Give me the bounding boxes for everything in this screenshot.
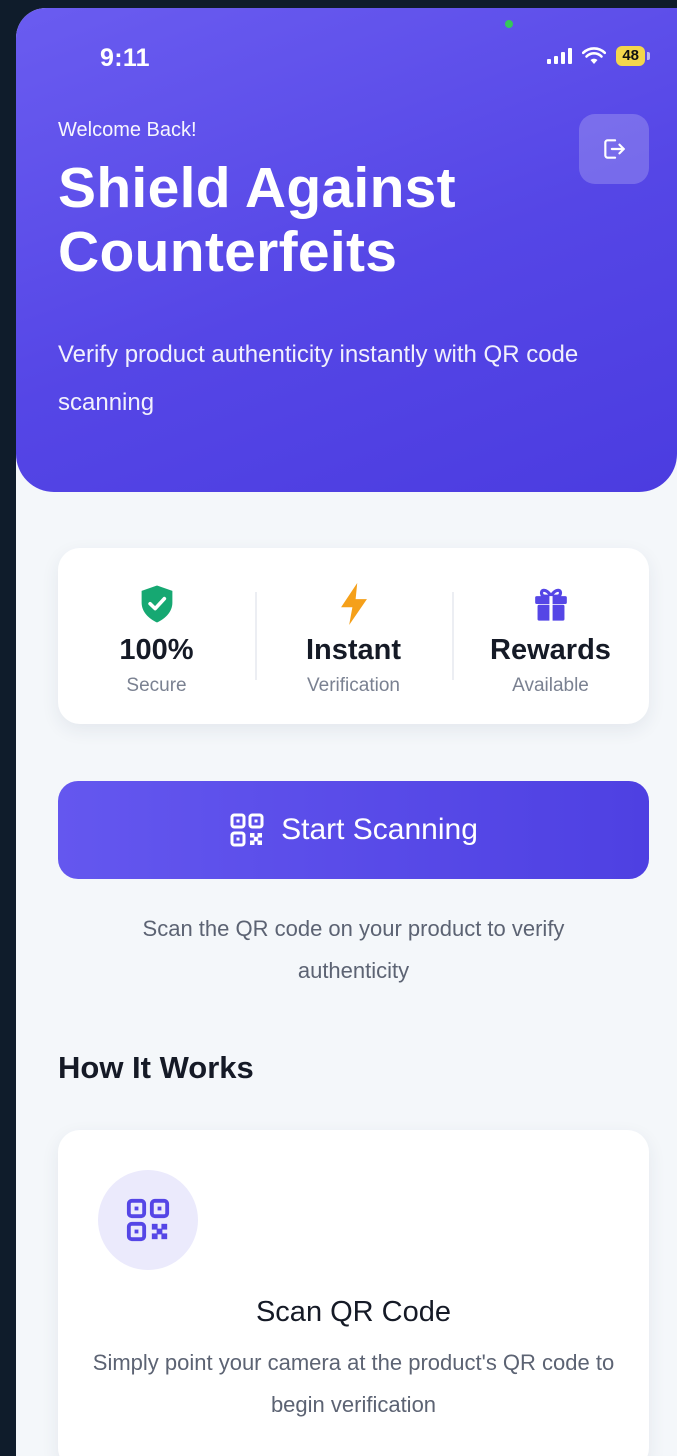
app-screen: 9:11 48 Welcome Back! Shield Against Cou… — [16, 8, 677, 1456]
stat-secure: 100% Secure — [58, 548, 255, 724]
signal-icon — [547, 48, 573, 64]
stat-label: Available — [512, 675, 589, 696]
start-scanning-label: Start Scanning — [281, 813, 478, 846]
hero-header: 9:11 48 Welcome Back! Shield Against Cou… — [16, 8, 677, 492]
logout-icon — [604, 139, 625, 159]
welcome-text: Welcome Back! — [58, 119, 197, 141]
stat-value: Rewards — [490, 634, 611, 666]
how-it-works-title: How It Works — [58, 1050, 254, 1085]
battery-indicator: 48 — [616, 46, 650, 66]
status-time: 9:11 — [100, 44, 150, 72]
page-subtitle: Verify product authenticity instantly wi… — [58, 341, 579, 416]
step-description: Simply point your camera at the product'… — [92, 1350, 615, 1417]
stat-label: Verification — [307, 675, 400, 696]
wifi-icon — [582, 47, 607, 64]
step-title: Scan QR Code — [255, 1296, 452, 1328]
page-title: Shield Against Counterfeits — [58, 156, 456, 284]
scan-hint: Scan the QR code on your product to veri… — [142, 916, 565, 983]
qr-code-icon — [230, 813, 264, 847]
lightning-icon — [340, 583, 367, 625]
stat-value: Instant — [305, 634, 402, 666]
stat-label: Secure — [126, 675, 187, 696]
status-icons: 48 — [547, 46, 650, 66]
step-card: Scan QR Code Simply point your camera at… — [58, 1130, 649, 1456]
camera-indicator-dot — [505, 20, 513, 28]
logout-button[interactable] — [579, 114, 649, 184]
stat-instant: Instant Verification — [255, 548, 452, 724]
step-icon-badge — [98, 1170, 198, 1270]
start-scanning-button[interactable]: Start Scanning — [58, 781, 649, 879]
gift-icon — [534, 588, 567, 622]
shield-check-icon — [141, 585, 172, 623]
stat-rewards: Rewards Available — [452, 548, 649, 724]
qr-code-icon — [126, 1198, 170, 1242]
stat-value: 100% — [119, 634, 194, 666]
stats-card: 100% Secure Instant Verification Rewards… — [58, 548, 649, 724]
